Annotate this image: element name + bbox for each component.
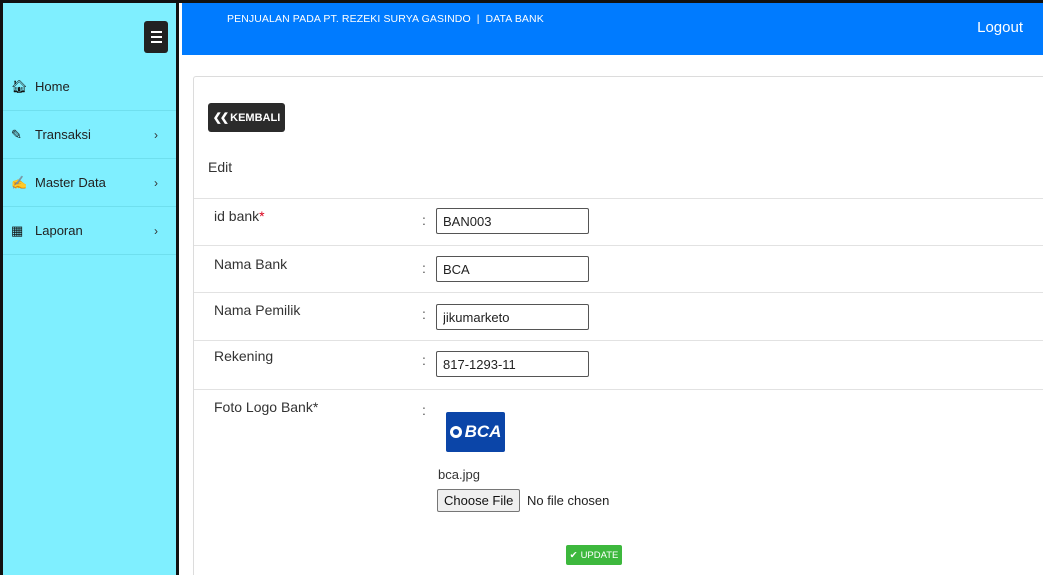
form-card: ❮❮ KEMBALI Edit id bank* : Nama Bank : N…	[193, 76, 1043, 575]
sidebar-item-laporan[interactable]: ▦ Laporan ›	[3, 207, 176, 255]
colon: :	[422, 260, 426, 276]
hamburger-menu-icon[interactable]	[144, 21, 168, 53]
double-chevron-left-icon: ❮❮	[212, 112, 230, 124]
chevron-right-icon: ›	[154, 175, 158, 190]
label-text: id bank	[214, 208, 260, 224]
colon: :	[422, 306, 426, 322]
top-navbar: PENJUALAN PADA PT. REZEKI SURYA GASINDO |…	[182, 3, 1043, 55]
field-label-id-bank: id bank*	[214, 208, 265, 224]
logout-link[interactable]: Logout	[977, 19, 1023, 36]
bank-logo-text: BCA	[464, 422, 502, 441]
edit-icon: ✍	[11, 174, 28, 190]
chevron-right-icon: ›	[154, 127, 158, 142]
sidebar-item-transaksi[interactable]: ✎ Transaksi ›	[3, 111, 176, 159]
divider	[194, 340, 1043, 341]
field-label-nama-bank: Nama Bank	[214, 256, 288, 272]
sidebar-item-label: Master Data	[35, 175, 106, 190]
update-button-label: UPDATE	[580, 549, 619, 561]
nama-bank-input[interactable]	[436, 256, 589, 282]
field-label-foto-logo: Foto Logo Bank*	[214, 399, 319, 415]
required-mark: *	[259, 208, 265, 224]
rekening-input[interactable]	[436, 351, 589, 377]
back-button[interactable]: ❮❮ KEMBALI	[208, 103, 285, 132]
bank-logo-image: BCA	[446, 412, 505, 452]
sidebar-item-master-data[interactable]: ✍ Master Data ›	[3, 159, 176, 207]
id-bank-input[interactable]	[436, 208, 589, 234]
divider	[194, 245, 1043, 246]
sidebar-item-label: Laporan	[35, 223, 83, 238]
sidebar-item-label: Home	[35, 79, 70, 94]
nama-pemilik-input[interactable]	[436, 304, 589, 330]
app-title: PENJUALAN PADA PT. REZEKI SURYA GASINDO |…	[227, 13, 544, 25]
check-icon: ✔	[569, 549, 578, 561]
sidebar-item-home[interactable]: 🏠︎ Home	[3, 63, 176, 111]
colon: :	[422, 402, 426, 418]
divider	[194, 198, 1043, 199]
calendar-icon: ▦	[11, 222, 24, 238]
colon: :	[422, 212, 426, 228]
sidebar: 🏠︎ Home ✎ Transaksi › ✍ Master Data › ▦ …	[3, 3, 179, 575]
current-filename: bca.jpg	[438, 467, 480, 482]
chevron-right-icon: ›	[154, 223, 158, 238]
back-button-label: KEMBALI	[230, 111, 281, 124]
choose-file-button[interactable]: Choose File	[437, 489, 521, 512]
bank-seal-icon	[449, 426, 462, 438]
company-title: PENJUALAN PADA PT. REZEKI SURYA GASINDO	[227, 13, 471, 25]
colon: :	[422, 352, 426, 368]
divider	[194, 389, 1043, 390]
title-separator: |	[476, 13, 480, 25]
divider	[194, 292, 1043, 293]
home-icon: 🏠︎	[11, 78, 28, 94]
field-label-nama-pemilik: Nama Pemilik	[214, 302, 301, 318]
no-file-chosen-text: No file chosen	[527, 493, 610, 508]
sidebar-header	[3, 3, 176, 63]
sidebar-item-label: Transaksi	[35, 127, 91, 142]
update-button[interactable]: ✔ UPDATE	[566, 545, 622, 565]
pencil-icon: ✎	[11, 126, 22, 142]
form-heading: Edit	[208, 159, 233, 175]
field-label-rekening: Rekening	[214, 348, 274, 364]
section-title: DATA BANK	[485, 13, 544, 25]
